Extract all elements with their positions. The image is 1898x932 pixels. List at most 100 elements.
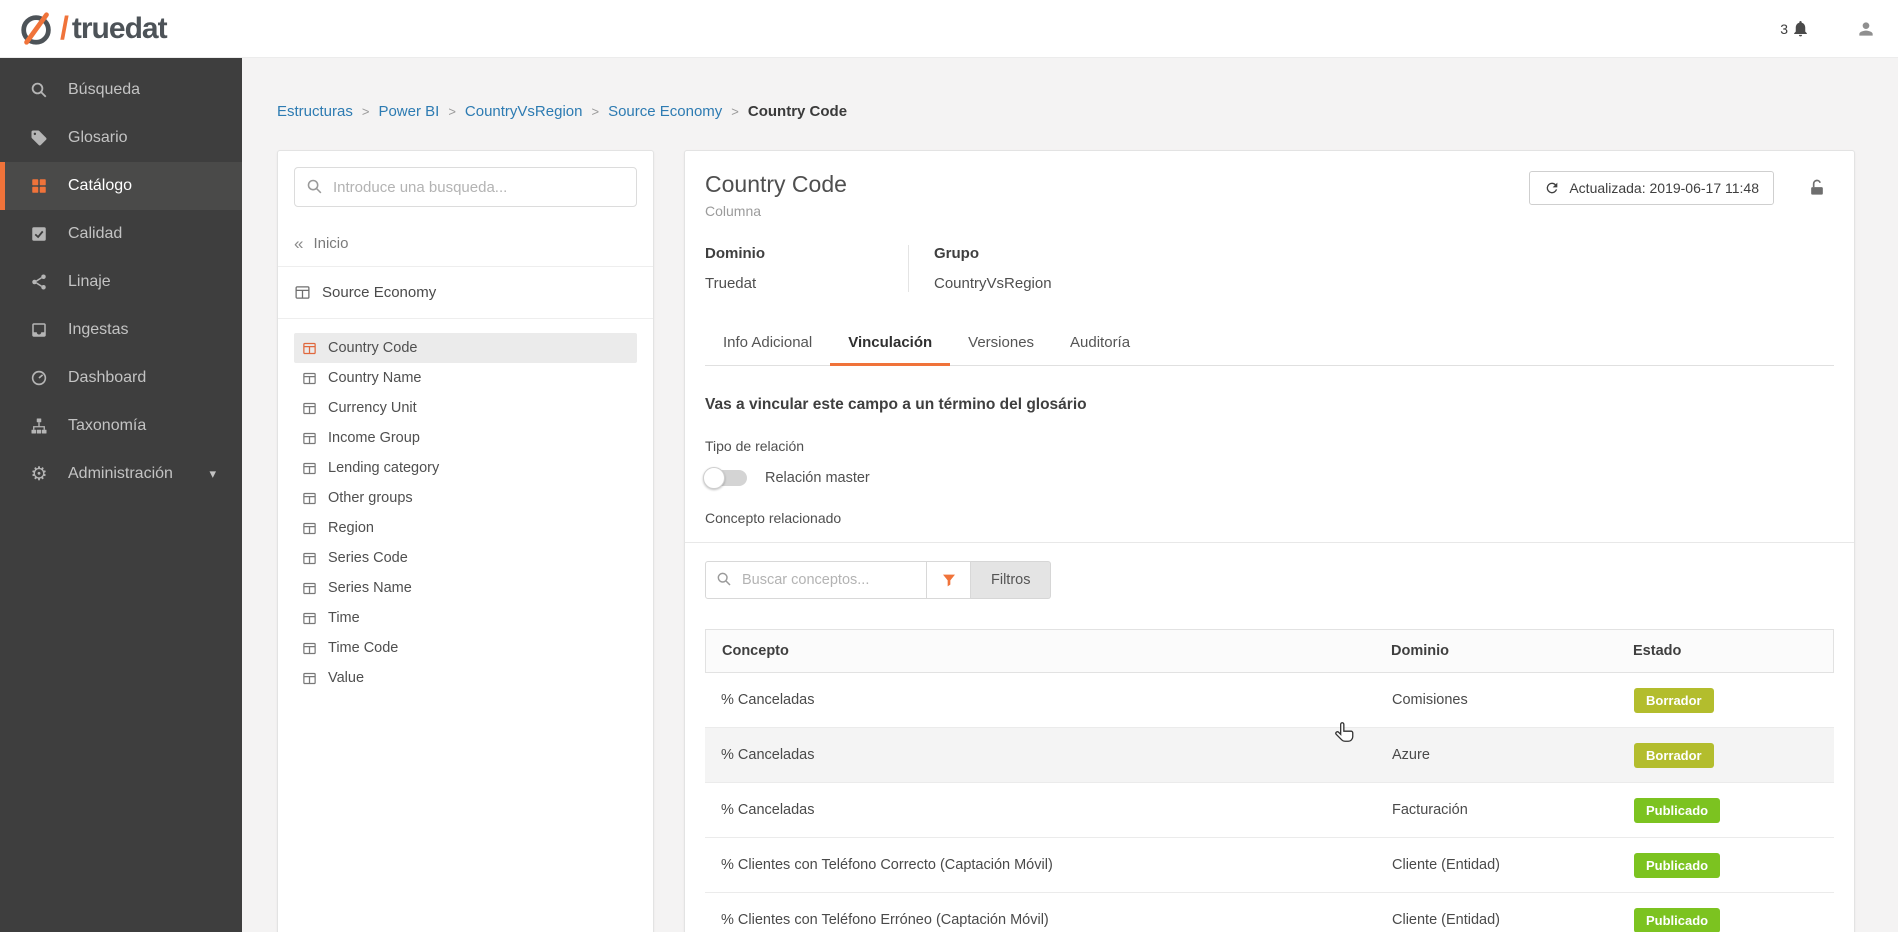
- status-badge: Publicado: [1634, 798, 1720, 823]
- tab-auditoria[interactable]: Auditoría: [1052, 322, 1148, 366]
- filters-button[interactable]: Filtros: [971, 561, 1051, 599]
- column-item[interactable]: Lending category: [294, 453, 637, 483]
- column-list: Country Code Country Name Currency Unit …: [294, 333, 637, 693]
- field-dominio: Dominio Truedat: [705, 245, 908, 292]
- link-section-heading: Vas a vincular este campo a un término d…: [705, 396, 1834, 414]
- column-item[interactable]: Series Code: [294, 543, 637, 573]
- refresh-icon: [1544, 180, 1560, 196]
- column-label: Region: [328, 520, 374, 536]
- field-grupo: Grupo CountryVsRegion: [908, 245, 1072, 292]
- toggle-knob: [703, 467, 725, 489]
- status-badge: Publicado: [1634, 908, 1720, 932]
- inbox-icon: [29, 321, 49, 339]
- column-item[interactable]: Country Code: [294, 333, 637, 363]
- column-icon: [302, 521, 317, 536]
- structure-search-input[interactable]: [294, 167, 637, 207]
- notifications-button[interactable]: 3: [1780, 19, 1810, 38]
- column-icon: [302, 581, 317, 596]
- cell-concepto: % Clientes con Teléfono Correcto (Captac…: [705, 857, 1392, 873]
- sidebar: Búsqueda Glosario Catálogo Calidad Linaj…: [0, 58, 242, 932]
- sidebar-item-dashboard[interactable]: Dashboard: [0, 354, 242, 402]
- sidebar-item-busqueda[interactable]: Búsqueda: [0, 66, 242, 114]
- column-item[interactable]: Country Name: [294, 363, 637, 393]
- table-row[interactable]: % Canceladas Azure Borrador: [705, 728, 1834, 783]
- column-item[interactable]: Value: [294, 663, 637, 693]
- breadcrumb-separator: >: [731, 104, 739, 119]
- column-label: Time: [328, 610, 360, 626]
- parent-structure-label: Source Economy: [322, 284, 436, 301]
- column-item[interactable]: Series Name: [294, 573, 637, 603]
- parent-structure-item[interactable]: Source Economy: [278, 267, 653, 319]
- chevron-down-icon: ▾: [209, 466, 216, 482]
- breadcrumb-separator: >: [591, 104, 599, 119]
- user-avatar-icon[interactable]: [1856, 19, 1876, 39]
- gear-icon: ⚙: [29, 465, 49, 484]
- table-row[interactable]: % Clientes con Teléfono Correcto (Captac…: [705, 838, 1834, 893]
- sidebar-item-label: Administración: [68, 465, 173, 483]
- breadcrumb-current: Country Code: [748, 103, 847, 120]
- cell-dominio: Cliente (Entidad): [1392, 857, 1634, 873]
- tag-icon: [29, 129, 49, 147]
- header-concepto: Concepto: [706, 643, 1391, 659]
- column-label: Other groups: [328, 490, 413, 506]
- share-nodes-icon: [29, 273, 49, 291]
- detail-panel: Country Code Columna Actualizada: 2019-0…: [684, 150, 1855, 932]
- breadcrumb-link-countryvsregion[interactable]: CountryVsRegion: [465, 103, 583, 120]
- column-label: Country Code: [328, 340, 417, 356]
- tab-versiones[interactable]: Versiones: [950, 322, 1052, 366]
- chevrons-left-icon: «: [294, 234, 303, 254]
- column-label: Currency Unit: [328, 400, 417, 416]
- table-row[interactable]: % Canceladas Facturación Publicado: [705, 783, 1834, 838]
- sidebar-item-linaje[interactable]: Linaje: [0, 258, 242, 306]
- relation-type-label: Tipo de relación: [705, 438, 1834, 454]
- search-icon: [716, 571, 732, 592]
- sidebar-item-calidad[interactable]: Calidad: [0, 210, 242, 258]
- search-icon: [306, 178, 323, 200]
- related-concept-label: Concepto relacionado: [705, 510, 1834, 526]
- cell-dominio: Facturación: [1392, 802, 1634, 818]
- field-label: Grupo: [934, 245, 1052, 262]
- logo-slash: /: [60, 10, 69, 47]
- sidebar-item-label: Dashboard: [68, 369, 146, 387]
- tab-info-adicional[interactable]: Info Adicional: [705, 322, 830, 366]
- sidebar-item-ingestas[interactable]: Ingestas: [0, 306, 242, 354]
- column-item[interactable]: Time: [294, 603, 637, 633]
- toggle-label: Relación master: [765, 470, 870, 486]
- concept-search-input[interactable]: [705, 561, 927, 599]
- sidebar-item-administracion[interactable]: ⚙ Administración ▾: [0, 450, 242, 498]
- section-divider: [685, 542, 1854, 543]
- refresh-updated-button[interactable]: Actualizada: 2019-06-17 11:48: [1529, 171, 1774, 205]
- breadcrumb-link-source-economy[interactable]: Source Economy: [608, 103, 722, 120]
- table-row[interactable]: % Clientes con Teléfono Erróneo (Captaci…: [705, 893, 1834, 932]
- breadcrumb-link-estructuras[interactable]: Estructuras: [277, 103, 353, 120]
- breadcrumb-link-powerbi[interactable]: Power BI: [378, 103, 439, 120]
- sidebar-item-taxonomia[interactable]: Taxonomía: [0, 402, 242, 450]
- cell-concepto: % Canceladas: [705, 747, 1392, 763]
- column-icon: [302, 671, 317, 686]
- sidebar-item-catalogo[interactable]: Catálogo: [0, 162, 242, 210]
- lock-button[interactable]: [1800, 171, 1834, 205]
- sidebar-item-label: Catálogo: [68, 177, 132, 195]
- updated-label: Actualizada: 2019-06-17 11:48: [1569, 180, 1759, 196]
- header-dominio: Dominio: [1391, 643, 1633, 659]
- truedat-logo[interactable]: / truedat: [18, 10, 167, 48]
- column-item[interactable]: Income Group: [294, 423, 637, 453]
- cell-concepto: % Clientes con Teléfono Erróneo (Captaci…: [705, 912, 1392, 928]
- column-item[interactable]: Region: [294, 513, 637, 543]
- tab-vinculacion[interactable]: Vinculación: [830, 322, 950, 366]
- concepts-table: Concepto Dominio Estado % Canceladas Com…: [705, 629, 1834, 932]
- sidebar-item-glosario[interactable]: Glosario: [0, 114, 242, 162]
- column-item[interactable]: Currency Unit: [294, 393, 637, 423]
- column-item[interactable]: Time Code: [294, 633, 637, 663]
- column-item[interactable]: Other groups: [294, 483, 637, 513]
- relation-master-toggle[interactable]: [705, 470, 747, 486]
- column-icon: [302, 341, 317, 356]
- cell-concepto: % Canceladas: [705, 692, 1392, 708]
- column-label: Value: [328, 670, 364, 686]
- filter-icon-button[interactable]: [927, 561, 971, 599]
- column-label: Income Group: [328, 430, 420, 446]
- detail-tabs: Info Adicional Vinculación Versiones Aud…: [705, 322, 1834, 366]
- table-row[interactable]: % Canceladas Comisiones Borrador: [705, 673, 1834, 728]
- sidebar-item-label: Calidad: [68, 225, 122, 243]
- back-to-inicio[interactable]: « Inicio: [278, 221, 653, 267]
